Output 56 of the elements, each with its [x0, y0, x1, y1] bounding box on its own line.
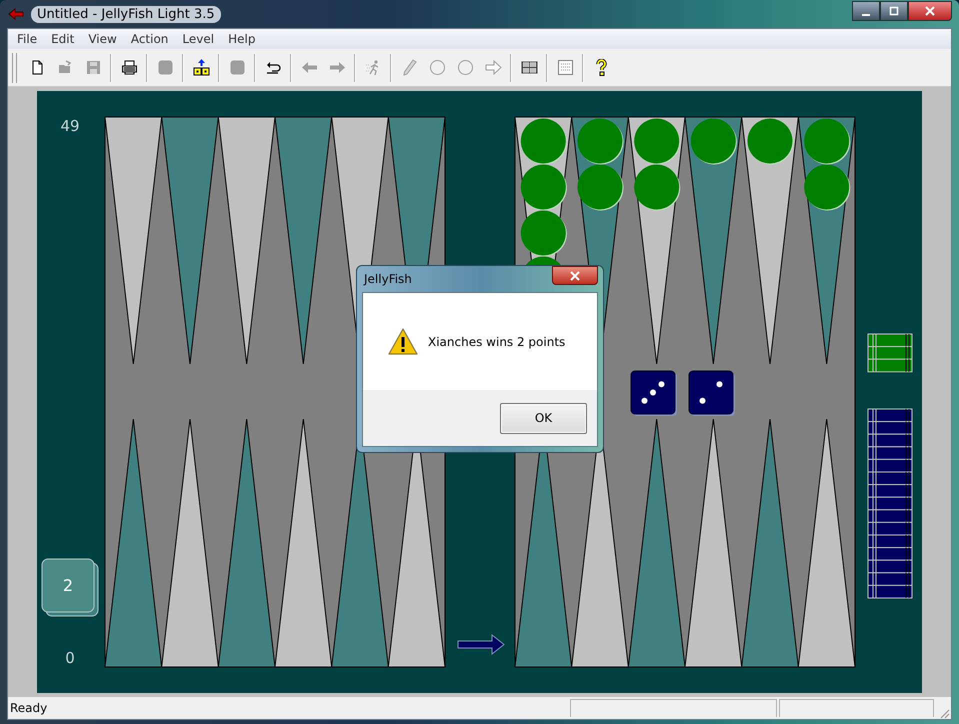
checker[interactable] — [690, 118, 737, 164]
checker[interactable] — [578, 118, 624, 164]
borne-off-checker — [868, 522, 912, 536]
maximize-button[interactable] — [880, 1, 908, 21]
app-icon — [7, 7, 25, 21]
checker[interactable] — [520, 164, 567, 210]
checker[interactable] — [634, 118, 680, 164]
menu-item[interactable]: Action — [124, 32, 176, 46]
borne-off-checker — [868, 509, 912, 523]
die[interactable] — [688, 370, 735, 416]
borne-off-checker — [868, 584, 912, 598]
ok-button[interactable]: OK — [500, 402, 587, 434]
borne-off-checker — [868, 421, 912, 435]
checker[interactable] — [520, 118, 567, 164]
borne-off-checker — [868, 572, 912, 586]
checker[interactable] — [804, 164, 850, 210]
dialog-message: Xianches wins 2 points — [428, 334, 566, 348]
checker[interactable] — [748, 118, 794, 164]
checker[interactable] — [634, 164, 680, 210]
menu-item[interactable]: View — [81, 32, 124, 46]
dialog-title: JellyFish — [364, 272, 412, 286]
menu-item[interactable]: File — [10, 32, 44, 46]
borne-off-checker — [868, 334, 912, 348]
turn-arrow-icon — [458, 634, 505, 656]
borne-off-checker — [868, 560, 912, 574]
close-icon — [925, 6, 935, 16]
die[interactable] — [630, 370, 677, 416]
close-button[interactable] — [908, 1, 952, 21]
score-label: 49 — [60, 117, 80, 135]
borne-off-checker — [868, 434, 912, 448]
status-text: Ready — [9, 701, 48, 715]
borne-off-checker — [868, 484, 912, 498]
borne-off-checker — [868, 346, 912, 360]
warning-icon — [388, 328, 418, 355]
resize-grip-icon — [938, 707, 950, 719]
checker[interactable] — [578, 164, 624, 210]
borne-off-checker — [868, 446, 912, 460]
borne-off-checker — [868, 534, 912, 548]
menu-item[interactable]: Level — [175, 32, 222, 46]
borne-off-checker — [868, 358, 912, 372]
minimize-icon — [862, 14, 870, 16]
close-button[interactable] — [552, 266, 598, 285]
maximize-icon — [889, 6, 899, 16]
minimize-button[interactable] — [852, 1, 880, 21]
borne-off-checker — [868, 496, 912, 510]
borne-off-checker — [868, 458, 912, 472]
checker[interactable] — [520, 210, 567, 256]
menu-item[interactable]: Edit — [44, 32, 82, 46]
borne-off-checker — [868, 472, 912, 486]
menu-item[interactable]: Help — [221, 32, 262, 46]
checker[interactable] — [804, 118, 850, 164]
close-icon — [570, 270, 580, 280]
borne-off-checker — [868, 547, 912, 561]
borne-off-checker — [868, 408, 912, 422]
score-label: 0 — [65, 649, 75, 667]
window-title: Untitled - JellyFish Light 3.5 — [31, 6, 221, 22]
